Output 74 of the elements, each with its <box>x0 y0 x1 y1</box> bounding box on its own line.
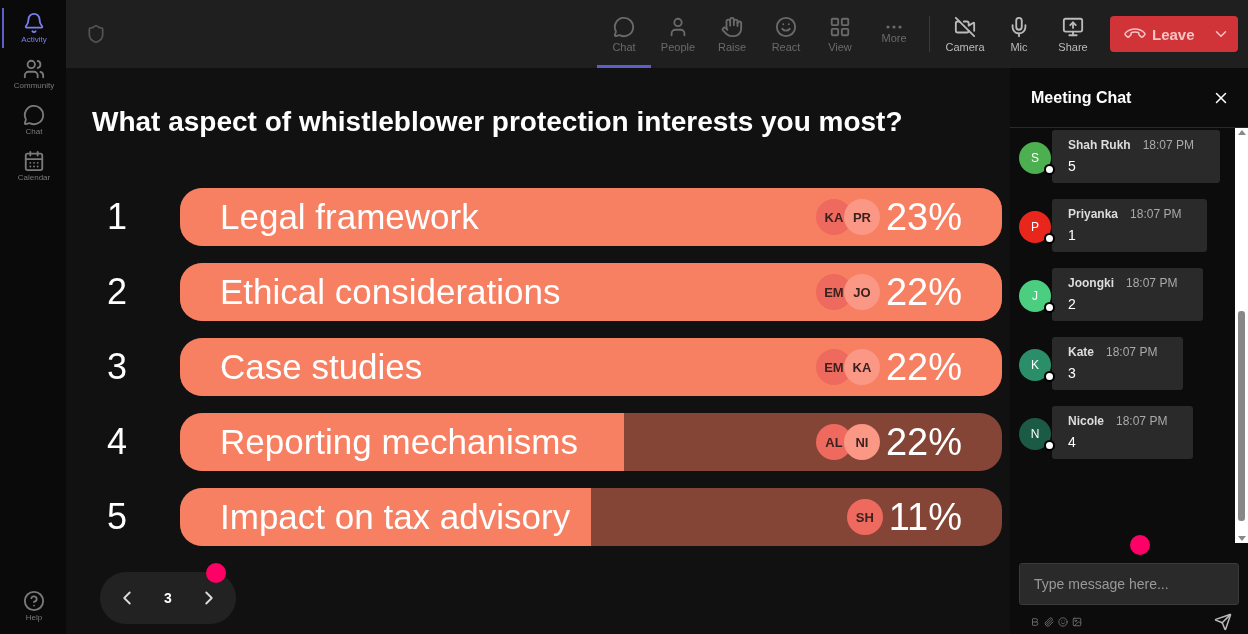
toolbar-button[interactable]: Share <box>1046 0 1100 68</box>
option-percent: 22% <box>885 345 962 389</box>
scrollbar[interactable] <box>1235 128 1248 543</box>
message-time: 18:07 PM <box>1106 345 1158 359</box>
option-number: 1 <box>106 196 129 238</box>
option-percent: 22% <box>885 420 962 464</box>
toolbar-tab[interactable]: Raise <box>705 0 759 68</box>
attach-icon[interactable] <box>1044 617 1054 627</box>
chat-title: Meeting Chat <box>1031 88 1132 107</box>
people-icon <box>23 58 45 80</box>
toolbar-tab[interactable]: People <box>651 0 705 68</box>
chat-icon <box>613 15 635 38</box>
option-label: Impact on tax advisory <box>220 497 572 537</box>
sender-name: Nicole <box>1068 414 1104 428</box>
toolbar-tab[interactable]: React <box>759 0 813 68</box>
page-number: 3 <box>164 590 172 606</box>
help-icon <box>23 590 45 612</box>
option-number: 5 <box>106 496 129 538</box>
share-icon <box>1062 15 1084 38</box>
message-time: 18:07 PM <box>1130 207 1182 221</box>
shield-icon <box>86 24 106 44</box>
sender-name: Priyanka <box>1068 207 1119 221</box>
option-label: Case studies <box>220 347 424 387</box>
camera-off-icon <box>954 15 976 38</box>
message-input[interactable]: Type message here... <box>1019 563 1239 605</box>
voter-avatar: NI <box>843 424 880 460</box>
sender-name: Kate <box>1068 345 1094 359</box>
toolbar-tab[interactable]: More <box>867 0 921 68</box>
message-time: 18:07 PM <box>1126 276 1178 290</box>
smile-icon <box>775 15 797 38</box>
option-label: Ethical considerations <box>220 272 562 312</box>
send-icon[interactable] <box>1214 613 1232 631</box>
message-text: 4 <box>1068 434 1077 450</box>
message-text: 3 <box>1068 365 1077 381</box>
toolbar-tab[interactable]: View <box>813 0 867 68</box>
image-icon[interactable] <box>1072 617 1082 627</box>
sender-name: Shah Rukh <box>1068 138 1131 152</box>
calendar-icon <box>23 150 45 172</box>
option-label: Legal framework <box>220 197 480 237</box>
option-number: 2 <box>106 271 129 313</box>
option-number: 4 <box>106 421 129 463</box>
pointer-dot <box>1130 535 1150 555</box>
poll-question: What aspect of whistleblower protection interests you most? <box>92 106 904 138</box>
leave-button[interactable]: Leave <box>1110 16 1238 52</box>
message-text: 2 <box>1068 296 1077 312</box>
option-percent: 23% <box>885 195 962 239</box>
sidebar-item[interactable]: Chat <box>2 100 64 140</box>
hand-icon <box>721 15 743 38</box>
scroll-down-icon[interactable] <box>1237 536 1246 541</box>
option-percent: 22% <box>885 270 962 314</box>
help-item[interactable]: Help <box>2 586 64 626</box>
option-percent: 11% <box>888 495 962 539</box>
bell-icon <box>23 12 45 34</box>
sidebar-item[interactable]: Calendar <box>2 146 64 186</box>
message-time: 18:07 PM <box>1116 414 1168 428</box>
toolbar-button[interactable]: Mic <box>992 0 1046 68</box>
voter-avatar: SH <box>846 499 883 535</box>
sidebar-item[interactable]: Community <box>2 54 64 94</box>
more-icon <box>886 24 902 29</box>
grid-icon <box>829 15 851 38</box>
sidebar-item[interactable]: Activity <box>2 8 64 48</box>
pointer-dot <box>206 563 226 583</box>
option-label: Reporting mechanisms <box>220 422 579 462</box>
scroll-up-icon[interactable] <box>1237 130 1246 135</box>
toolbar-tab[interactable]: Chat <box>597 0 651 68</box>
message-text: 1 <box>1068 227 1077 243</box>
emoji-icon[interactable] <box>1058 617 1068 627</box>
option-number: 3 <box>106 346 129 388</box>
message-time: 18:07 PM <box>1142 138 1195 152</box>
format-icon[interactable] <box>1030 617 1040 627</box>
toolbar-button[interactable]: Camera <box>938 0 992 68</box>
message-text: 5 <box>1068 158 1077 174</box>
sender-name: Joongki <box>1068 276 1114 290</box>
chat-icon <box>23 104 45 126</box>
